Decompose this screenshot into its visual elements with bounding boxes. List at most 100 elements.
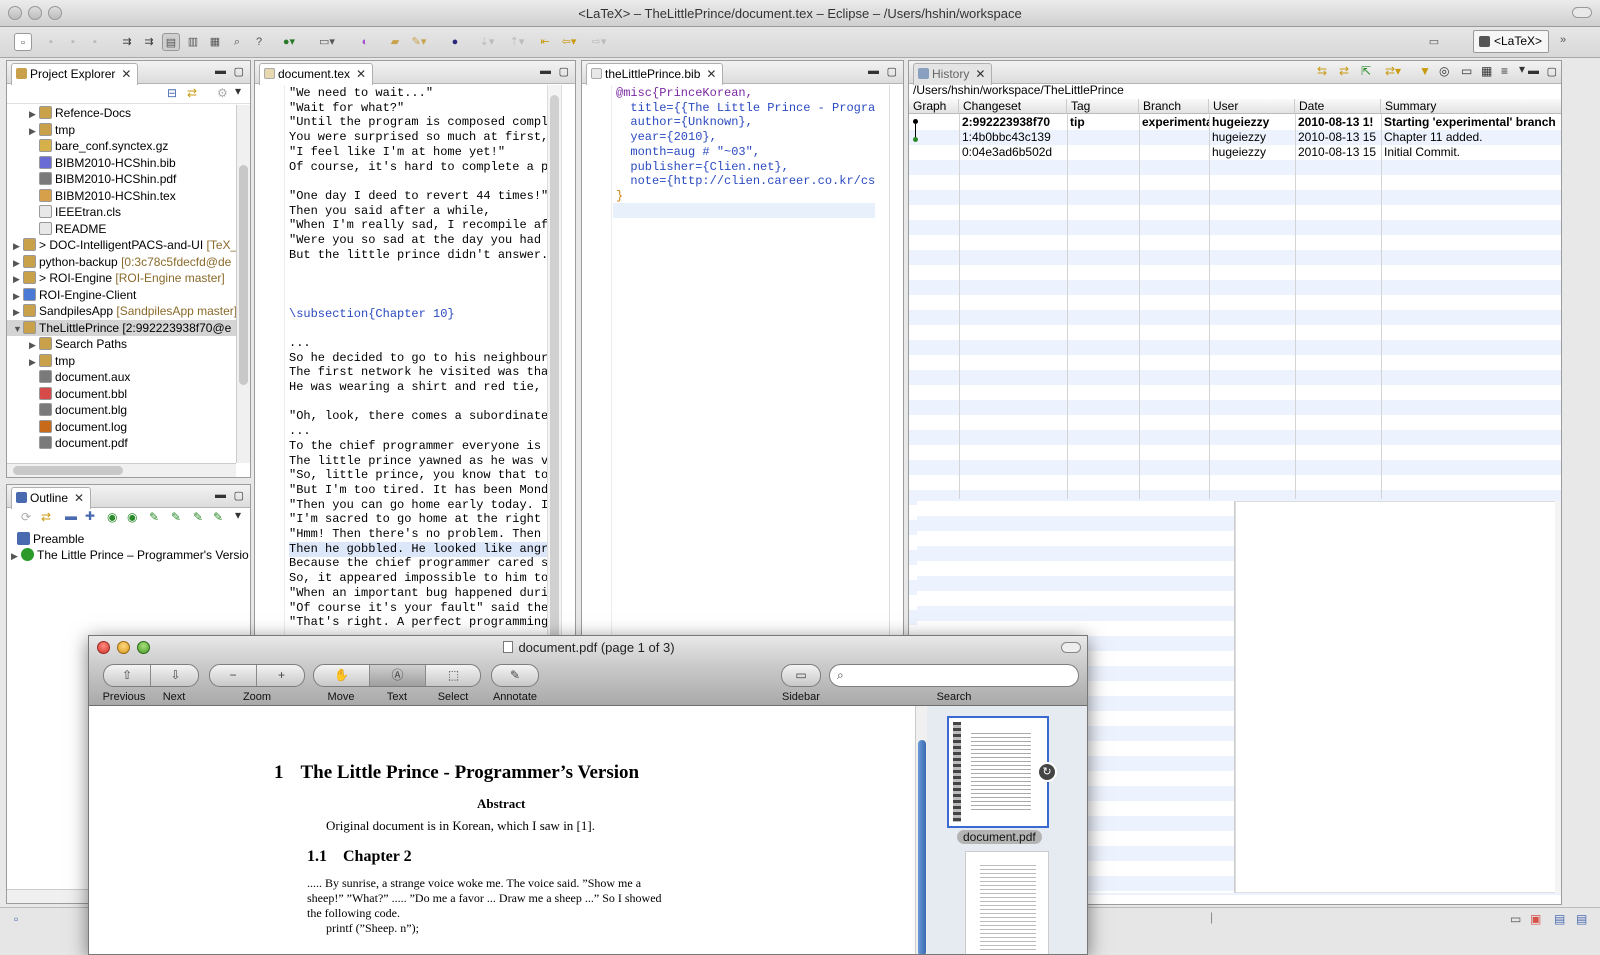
tree-item[interactable]: BIBM2010-HCShin.pdf bbox=[7, 171, 236, 187]
toolbar-toggle-button[interactable] bbox=[1061, 642, 1081, 653]
tree-item[interactable]: ▶ tmp bbox=[7, 353, 236, 369]
maximize-view-icon[interactable]: ▢ bbox=[559, 65, 569, 78]
tree-item[interactable]: ▶ tmp bbox=[7, 122, 236, 138]
maximize-view-icon[interactable]: ▢ bbox=[1547, 65, 1557, 78]
problems-icon[interactable]: ▤ bbox=[1576, 912, 1587, 926]
expander-icon[interactable]: ▶ bbox=[13, 238, 23, 254]
fast-view-icon[interactable]: ▫ bbox=[14, 912, 18, 926]
view-menu-icon[interactable]: ▾ bbox=[235, 508, 241, 522]
show-all-icon[interactable]: ◎ bbox=[1439, 64, 1449, 78]
open-perspective-icon[interactable]: ▭ bbox=[1425, 33, 1443, 51]
history-row[interactable]: 2:992223938f70 tip experimenta hugeiezzy 201… bbox=[909, 115, 1561, 130]
zoom-out-button[interactable]: − bbox=[210, 665, 257, 686]
outline-icon[interactable]: ▥ bbox=[184, 33, 202, 51]
expander-icon[interactable]: ▶ bbox=[11, 548, 21, 564]
details-icon[interactable]: ▦ bbox=[1481, 64, 1492, 78]
expander-icon[interactable]: ▼ bbox=[13, 321, 23, 337]
filter-icon[interactable]: ⚙ bbox=[217, 86, 228, 100]
run-icon[interactable]: ●▾ bbox=[280, 33, 298, 51]
maximize-view-icon[interactable]: ▢ bbox=[887, 65, 897, 78]
list-icon[interactable]: ≡ bbox=[1501, 64, 1508, 78]
tab-history[interactable]: History ✕ bbox=[913, 63, 993, 85]
maximize-view-icon[interactable]: ▢ bbox=[234, 65, 244, 78]
minimize-view-icon[interactable]: ▬ bbox=[540, 65, 551, 77]
scroll-thumb[interactable] bbox=[918, 740, 926, 954]
view-menu-icon[interactable]: ▾ bbox=[1519, 62, 1525, 76]
page-thumbnail-1[interactable] bbox=[947, 716, 1049, 828]
filter-tables-icon[interactable]: ✎ bbox=[213, 510, 223, 524]
minimize-view-icon[interactable]: ▬ bbox=[1528, 65, 1539, 77]
perspective-chevron-icon[interactable]: » bbox=[1554, 31, 1572, 49]
view-menu-icon[interactable]: ▾ bbox=[235, 84, 241, 98]
tree-item[interactable]: ▶ SandpilesApp [SandpilesApp master] bbox=[7, 303, 237, 319]
next-annotation-icon[interactable]: ⇣▾ bbox=[478, 33, 496, 51]
tree-item[interactable]: bare_conf.synctex.gz bbox=[7, 138, 236, 154]
build-icon[interactable]: ⇉ bbox=[118, 33, 136, 51]
tex-source[interactable]: "We need to wait..." "Wait for what?" "Unt… bbox=[289, 85, 547, 639]
tree-item[interactable]: ▼ TheLittlePrince [2:992223938f70@e bbox=[7, 319, 236, 337]
search-doc-icon[interactable]: ⌕ bbox=[228, 33, 246, 51]
collapse-all-icon[interactable]: ⊟ bbox=[167, 86, 177, 100]
tasks-icon[interactable]: ▣ bbox=[1530, 912, 1541, 926]
column-header[interactable]: Graph bbox=[909, 99, 959, 114]
expander-icon[interactable]: ▶ bbox=[13, 255, 23, 271]
collapse-icon[interactable]: ▬ bbox=[65, 509, 77, 523]
column-header[interactable]: Changeset bbox=[959, 99, 1067, 114]
refresh-icon[interactable]: ⇆ bbox=[1317, 64, 1327, 78]
expander-icon[interactable]: ▶ bbox=[29, 106, 39, 122]
build-all-icon[interactable]: ⇉ bbox=[140, 33, 158, 51]
expander-icon[interactable]: ▶ bbox=[13, 271, 23, 287]
pdf-page[interactable]: 1 The Little Prince - Programmer’s Versio… bbox=[97, 706, 917, 954]
close-icon[interactable]: ✕ bbox=[706, 67, 716, 81]
tree-horizontal-scrollbar[interactable] bbox=[7, 463, 236, 477]
previous-button[interactable]: ⇧ bbox=[104, 665, 151, 686]
tree-item[interactable]: document.log bbox=[7, 419, 236, 435]
close-icon[interactable]: ✕ bbox=[975, 67, 985, 81]
column-header[interactable]: Branch bbox=[1139, 99, 1209, 114]
expander-icon[interactable]: ▶ bbox=[29, 337, 39, 353]
sphere-icon[interactable]: ● bbox=[446, 33, 464, 51]
new-icon[interactable]: ▫ bbox=[14, 33, 32, 51]
pdf-vertical-scrollbar[interactable] bbox=[915, 706, 927, 954]
restore-icon[interactable]: ▭ bbox=[1510, 912, 1521, 926]
expander-icon[interactable]: ▶ bbox=[29, 354, 39, 370]
filter-preamble-icon[interactable]: ◉ bbox=[107, 510, 117, 524]
link-editor-icon[interactable]: ⇄ bbox=[41, 510, 51, 524]
open-folder-icon[interactable]: ▰ bbox=[386, 33, 404, 51]
next-button[interactable]: ⇩ bbox=[152, 665, 199, 686]
history-scrollbar[interactable] bbox=[1555, 501, 1561, 893]
column-header[interactable]: Date bbox=[1295, 99, 1381, 114]
expand-icon[interactable]: ✚ bbox=[85, 509, 95, 523]
help-icon[interactable]: ? bbox=[250, 33, 268, 51]
minimize-view-icon[interactable]: ▬ bbox=[868, 65, 879, 77]
history-row[interactable]: 0:04e3ad6b502d hugeiezzy 2010-08-13 15 Init… bbox=[909, 145, 1561, 160]
minimize-view-icon[interactable]: ▬ bbox=[215, 489, 226, 501]
tree-item[interactable]: document.bbl bbox=[7, 386, 236, 402]
print-icon[interactable]: ▪ bbox=[86, 33, 104, 51]
history-row[interactable]: 1:4b0bbc43c139 hugeiezzy 2010-08-13 15 Chap… bbox=[909, 130, 1561, 145]
select-tool-button[interactable]: ⬚ bbox=[426, 665, 481, 686]
search-field[interactable]: ⌕ bbox=[829, 664, 1079, 687]
tree-item[interactable]: ▶ ROI-Engine-Client bbox=[7, 287, 236, 303]
annotate-button[interactable]: ✎ bbox=[491, 664, 539, 687]
refresh-icon[interactable]: ⟳ bbox=[21, 510, 31, 524]
page-thumbnail-2[interactable] bbox=[965, 851, 1049, 954]
last-edit-icon[interactable]: ⇤ bbox=[536, 33, 554, 51]
forward-icon[interactable]: ⇨▾ bbox=[590, 33, 608, 51]
compare-mode-icon[interactable]: ⇄▾ bbox=[1385, 64, 1401, 78]
link-editor-icon[interactable]: ⇄ bbox=[187, 86, 197, 100]
tree-item[interactable]: BIBM2010-HCShin.tex bbox=[7, 188, 236, 204]
column-header[interactable]: Summary bbox=[1381, 99, 1561, 114]
document-icon[interactable]: ▦ bbox=[206, 33, 224, 51]
filter-sections-icon[interactable]: ◉ bbox=[127, 510, 137, 524]
tree-item[interactable]: ▶ Refence-Docs bbox=[7, 105, 236, 121]
filter-floats-icon[interactable]: ✎ bbox=[171, 510, 181, 524]
tab-outline[interactable]: Outline ✕ bbox=[11, 487, 92, 509]
maximize-view-icon[interactable]: ▢ bbox=[234, 489, 244, 502]
tree-item[interactable]: IEEEtran.cls bbox=[7, 204, 236, 220]
preview-icon[interactable]: ▤ bbox=[162, 33, 180, 51]
scroll-thumb[interactable] bbox=[239, 165, 248, 385]
back-icon[interactable]: ⇦▾ bbox=[560, 33, 578, 51]
tab-project-explorer[interactable]: Project Explorer ✕ bbox=[11, 63, 139, 85]
perspective-switcher[interactable]: <LaTeX> bbox=[1473, 30, 1549, 53]
